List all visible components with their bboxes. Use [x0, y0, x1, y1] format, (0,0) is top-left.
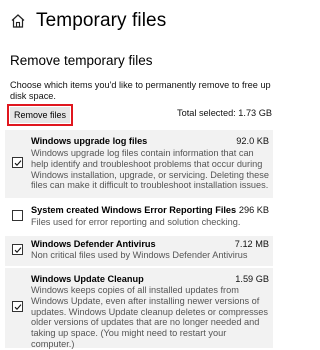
- remove-files-highlight: Remove files: [7, 104, 73, 126]
- total-selected: Total selected: 1.73 GB: [177, 108, 272, 118]
- page-title: Temporary files: [36, 10, 167, 31]
- item-description: Non critical files used by Windows Defen…: [31, 250, 248, 260]
- item-size: 1.59 GB: [235, 274, 269, 284]
- item-name: Windows upgrade log files: [31, 136, 148, 146]
- item-name: Windows Defender Antivirus: [31, 239, 156, 249]
- list-item-upgrade-logs[interactable]: Windows upgrade log files 92.0 KB Window…: [5, 130, 273, 198]
- checkbox-upgrade-logs[interactable]: [12, 157, 23, 168]
- home-icon[interactable]: [10, 13, 26, 29]
- checkbox-defender[interactable]: [12, 244, 23, 255]
- list-item-defender[interactable]: Windows Defender Antivirus 7.12 MB Non c…: [5, 236, 273, 266]
- list-item-update-cleanup[interactable]: Windows Update Cleanup 1.59 GB Windows k…: [5, 268, 273, 349]
- item-description: Files used for error reporting and solut…: [31, 217, 241, 227]
- section-title: Remove temporary files: [10, 53, 153, 68]
- item-name: System created Windows Error Reporting F…: [31, 205, 237, 215]
- checkbox-update-cleanup[interactable]: [12, 301, 23, 312]
- page-header: Temporary files: [10, 10, 166, 32]
- list-item-error-reporting[interactable]: System created Windows Error Reporting F…: [5, 200, 273, 234]
- section-description: Choose which items you'd like to permane…: [10, 80, 271, 101]
- item-description: Windows upgrade log files contain inform…: [31, 148, 269, 191]
- item-size: 296 KB: [238, 205, 269, 215]
- item-name: Windows Update Cleanup: [31, 274, 144, 284]
- checkmark-icon: [14, 246, 21, 253]
- remove-files-button[interactable]: Remove files: [10, 107, 70, 123]
- checkbox-error-reporting[interactable]: [12, 210, 23, 221]
- checkmark-icon: [14, 159, 21, 166]
- item-description: Windows keeps copies of all installed up…: [31, 285, 268, 349]
- item-size: 7.12 MB: [234, 239, 269, 249]
- checkmark-icon: [14, 303, 21, 310]
- item-size: 92.0 KB: [236, 136, 269, 146]
